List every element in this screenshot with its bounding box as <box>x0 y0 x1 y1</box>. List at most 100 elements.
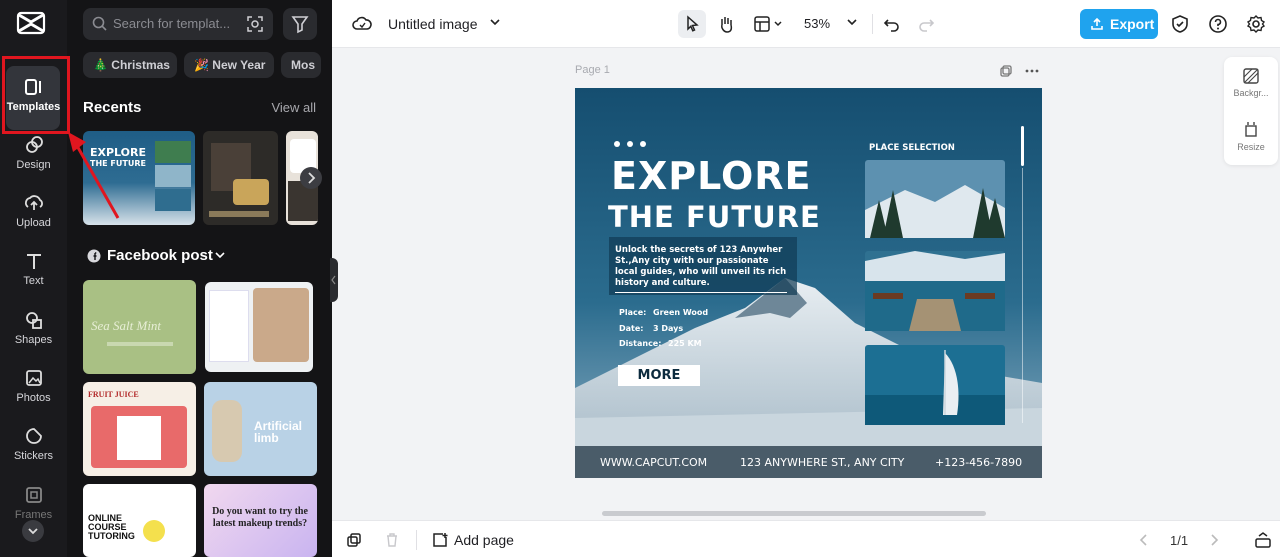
background-tool-label: Backgr... <box>1233 88 1269 98</box>
redo-icon[interactable] <box>916 14 936 34</box>
canvas-area[interactable]: Page 1 Backgr... Resize EXPLORE THE FUTU… <box>332 48 1280 520</box>
rail-item-design[interactable]: Design <box>0 134 67 186</box>
photo-pier-boats[interactable] <box>865 251 1005 331</box>
shapes-icon <box>25 312 42 329</box>
export-button[interactable]: Export <box>1080 9 1158 39</box>
rail-item-label: Design <box>16 159 51 171</box>
template-artificial-limb[interactable]: Artificial limb <box>204 382 317 476</box>
left-rail: Templates Design Upload Text Shapes Phot… <box>0 0 70 557</box>
add-page-icon[interactable] <box>432 532 448 548</box>
rail-item-upload[interactable]: Upload <box>0 192 67 244</box>
export-icon <box>1091 17 1103 30</box>
background-tool[interactable]: Backgr... <box>1224 67 1278 98</box>
chevron-down-icon <box>28 528 38 535</box>
rail-item-label: Text <box>23 275 44 287</box>
recents-next-button[interactable] <box>300 167 322 189</box>
template-online-course[interactable]: ONLINE COURSE TUTORING <box>83 484 196 557</box>
chevron-right-icon <box>308 172 316 184</box>
help-icon[interactable] <box>1208 14 1228 34</box>
detail-value[interactable]: 225 KM <box>668 339 702 348</box>
template-bracelet[interactable] <box>205 282 313 372</box>
rail-item-label: Stickers <box>13 450 54 462</box>
image-search-icon[interactable] <box>246 15 264 33</box>
horizontal-scrollbar[interactable] <box>602 511 986 516</box>
template-makeup[interactable]: Do you want to try the latest makeup tre… <box>204 484 317 557</box>
chevron-down-icon[interactable] <box>489 18 501 28</box>
page-indicator: 1/1 <box>1170 533 1189 548</box>
photo-burj-al-arab[interactable] <box>865 345 1005 425</box>
rail-expand-button[interactable] <box>22 520 44 542</box>
photo-mountain-lake[interactable] <box>865 160 1005 238</box>
hand-tool-button[interactable] <box>712 10 740 38</box>
rail-item-shapes[interactable]: Shapes <box>0 309 67 361</box>
detail-value[interactable]: Green Wood <box>653 308 708 317</box>
select-tool-button[interactable] <box>678 10 706 38</box>
rail-item-label: Shapes <box>14 334 53 346</box>
chevron-right-icon[interactable] <box>1208 533 1220 547</box>
resize-tool[interactable]: Resize <box>1224 121 1278 152</box>
chip-christmas[interactable]: 🎄 Christmas <box>83 52 177 78</box>
chevron-down-icon[interactable] <box>846 18 858 28</box>
chevron-down-icon[interactable] <box>215 252 225 260</box>
document-title[interactable]: Untitled image <box>388 16 478 32</box>
add-page-button[interactable]: Add page <box>454 532 514 548</box>
gear-icon[interactable] <box>1246 14 1266 34</box>
design-more-button[interactable]: MORE <box>618 365 700 386</box>
highlight-box <box>2 56 70 134</box>
templates-panel: Search for templat... 🎄 Christmas 🎉 New … <box>67 0 332 557</box>
upload-icon <box>24 195 43 210</box>
cursor-icon <box>687 15 699 32</box>
thumb-text: Do you want to try the latest makeup tre… <box>212 506 308 529</box>
design-scroll-indicator <box>1021 126 1024 166</box>
chip-new-year[interactable]: 🎉 New Year <box>184 52 274 78</box>
side-tools-panel: Backgr... Resize <box>1224 57 1278 165</box>
pages-panel-icon[interactable] <box>1254 531 1272 549</box>
footer-website[interactable]: WWW.CAPCUT.COM <box>600 456 707 469</box>
chevron-left-icon <box>331 275 336 285</box>
rail-item-text[interactable]: Text <box>0 250 67 302</box>
design-icon <box>25 136 43 153</box>
layout-icon <box>754 16 782 32</box>
rail-item-photos[interactable]: Photos <box>0 367 67 419</box>
duplicate-page-icon[interactable] <box>999 64 1013 78</box>
template-sea-salt[interactable]: Sea Salt Mint <box>83 280 196 374</box>
decor-dots <box>614 141 646 147</box>
design-artboard[interactable]: EXPLORE THE FUTURE Unlock the secrets of… <box>575 88 1042 478</box>
cloud-sync-icon[interactable] <box>352 14 372 34</box>
place-selection-label[interactable]: PLACE SELECTION <box>869 143 955 153</box>
zoom-level[interactable]: 53% <box>804 16 830 31</box>
resize-tool-label: Resize <box>1237 142 1265 152</box>
undo-icon[interactable] <box>882 14 902 34</box>
template-fruit-juice[interactable]: FRUIT JUICE <box>83 382 196 476</box>
detail-label: Date: <box>619 324 644 333</box>
rail-item-stickers[interactable]: Stickers <box>0 425 67 477</box>
chip-more[interactable]: Mos <box>281 52 321 78</box>
background-icon <box>1243 68 1259 84</box>
thumb-text: FRUIT JUICE <box>88 390 139 399</box>
recent-thumb-interior[interactable] <box>203 131 278 225</box>
export-label: Export <box>1110 16 1155 32</box>
trash-icon[interactable] <box>384 532 400 548</box>
footer-phone[interactable]: +123-456-7890 <box>935 456 1022 469</box>
footer-address[interactable]: 123 ANYWHERE ST., ANY CITY <box>740 456 904 469</box>
design-title-line2[interactable]: THE FUTURE <box>608 200 821 234</box>
more-options-icon[interactable] <box>1024 64 1040 78</box>
resize-icon <box>1245 122 1257 137</box>
facebook-icon <box>87 249 101 263</box>
thumb-text: Sea Salt Mint <box>91 318 162 333</box>
filter-button[interactable] <box>283 8 317 40</box>
panel-collapse-handle[interactable] <box>330 258 338 302</box>
capcut-logo <box>16 11 46 35</box>
chevron-left-icon[interactable] <box>1138 533 1150 547</box>
facebook-post-title[interactable]: Facebook post <box>107 247 213 264</box>
layout-button[interactable] <box>750 10 788 38</box>
shield-icon[interactable] <box>1170 14 1190 34</box>
template-search-input[interactable]: Search for templat... <box>83 8 273 40</box>
rail-item-label: Photos <box>16 392 51 404</box>
bottom-toolbar: Add page 1/1 <box>332 520 1280 557</box>
detail-value[interactable]: 3 Days <box>653 324 683 333</box>
view-all-link[interactable]: View all <box>271 100 316 115</box>
duplicate-icon[interactable] <box>346 532 362 548</box>
design-title-line1[interactable]: EXPLORE <box>611 154 812 198</box>
design-description[interactable]: Unlock the secrets of 123 Anywher St.,An… <box>615 245 793 289</box>
